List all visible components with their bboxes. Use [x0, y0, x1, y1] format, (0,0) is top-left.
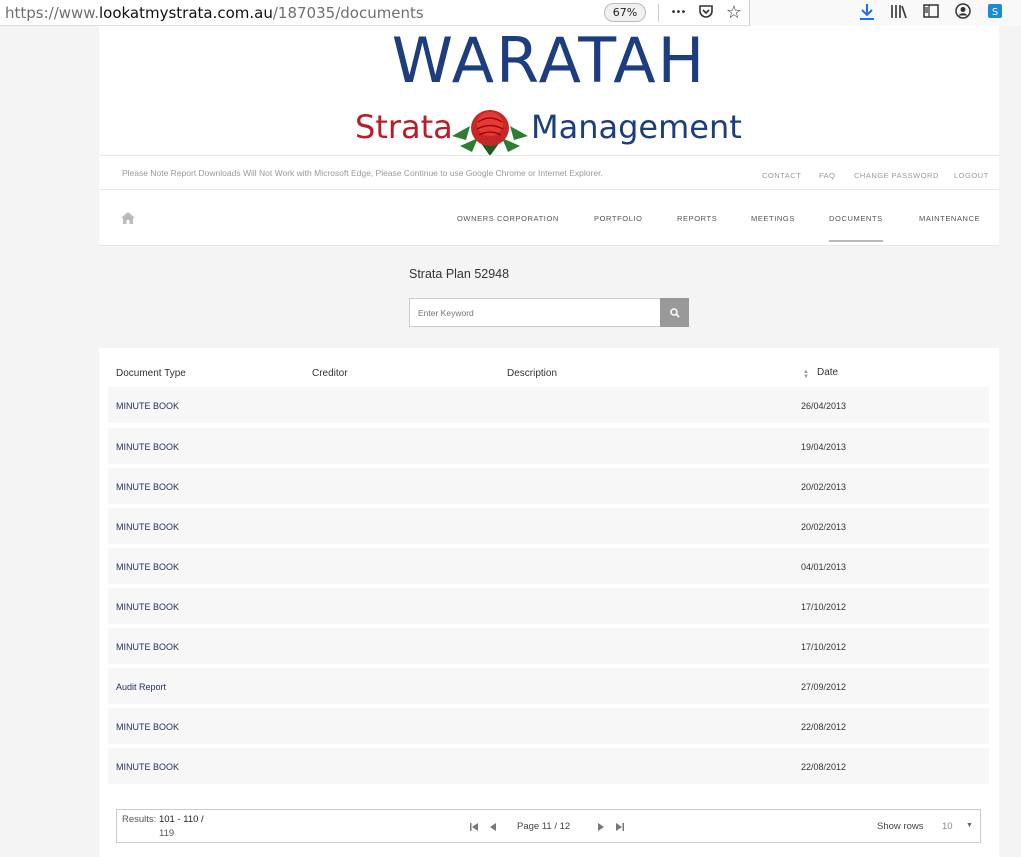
table-row[interactable]: MINUTE BOOK 20/02/2013: [108, 468, 989, 504]
library-icon[interactable]: [889, 3, 909, 23]
rows-per-page-select[interactable]: 10: [942, 821, 953, 832]
document-type-link[interactable]: MINUTE BOOK: [116, 401, 179, 411]
document-type-link[interactable]: MINUTE BOOK: [116, 522, 179, 532]
waratah-flower-icon: [452, 110, 528, 156]
contact-link[interactable]: CONTACT: [762, 171, 801, 180]
toplinks-divider: [99, 189, 999, 190]
col-header-creditor[interactable]: Creditor: [312, 368, 348, 379]
account-icon[interactable]: [953, 3, 973, 23]
table-row[interactable]: MINUTE BOOK 20/02/2013: [108, 508, 989, 544]
document-type-link[interactable]: MINUTE BOOK: [116, 442, 179, 452]
table-row[interactable]: MINUTE BOOK 26/04/2013: [108, 387, 989, 423]
table-row[interactable]: MINUTE BOOK 17/10/2012: [108, 588, 989, 624]
extension-icon[interactable]: S: [985, 3, 1005, 23]
table-row[interactable]: Audit Report 27/09/2012: [108, 668, 989, 704]
nav-meetings[interactable]: MEETINGS: [751, 214, 795, 223]
pocket-icon[interactable]: [696, 3, 716, 23]
document-date: 27/09/2012: [801, 682, 847, 692]
page-margin: [0, 26, 99, 857]
nav-portfolio[interactable]: PORTFOLIO: [594, 214, 643, 223]
document-type-link[interactable]: MINUTE BOOK: [116, 562, 179, 572]
table-row[interactable]: MINUTE BOOK 22/08/2012: [108, 748, 989, 784]
document-type-link[interactable]: Audit Report: [116, 682, 166, 692]
col-header-description[interactable]: Description: [507, 368, 557, 379]
nav-owners-corporation[interactable]: OWNERS CORPORATION: [457, 214, 559, 223]
home-icon[interactable]: [121, 212, 135, 224]
keyword-search-input[interactable]: [409, 298, 661, 327]
table-row[interactable]: MINUTE BOOK 17/10/2012: [108, 628, 989, 664]
logo-strata-text: Strata: [355, 108, 453, 146]
logo-wordmark: WARATAH: [391, 24, 707, 97]
waratah-logo[interactable]: WARATAH Strata Management: [355, 30, 743, 156]
change-password-link[interactable]: CHANGE PASSWORD: [854, 171, 939, 180]
document-date: 17/10/2012: [801, 602, 847, 612]
previous-page-icon[interactable]: [488, 822, 498, 832]
nav-documents[interactable]: DOCUMENTS: [829, 214, 883, 223]
table-row[interactable]: MINUTE BOOK 04/01/2013: [108, 548, 989, 584]
document-date: 04/01/2013: [801, 562, 847, 572]
document-date: 26/04/2013: [801, 401, 847, 411]
document-type-link[interactable]: MINUTE BOOK: [116, 642, 179, 652]
show-rows-label: Show rows: [877, 821, 924, 832]
search-icon: [669, 307, 680, 318]
search-panel: Strata Plan 52948: [99, 246, 999, 348]
document-date: 20/02/2013: [801, 482, 847, 492]
document-date: 22/08/2012: [801, 722, 847, 732]
col-header-date[interactable]: Date: [817, 367, 838, 378]
url-text[interactable]: https://www.lookatmystrata.com.au/187035…: [5, 4, 424, 22]
nav-active-indicator: [829, 240, 883, 242]
document-type-link[interactable]: MINUTE BOOK: [116, 482, 179, 492]
document-type-link[interactable]: MINUTE BOOK: [116, 722, 179, 732]
faq-link[interactable]: FAQ: [819, 171, 836, 180]
last-page-icon[interactable]: [615, 822, 625, 832]
nav-reports[interactable]: REPORTS: [677, 214, 717, 223]
svg-text:S: S: [992, 7, 998, 18]
document-date: 19/04/2013: [801, 442, 847, 452]
table-row[interactable]: MINUTE BOOK 19/04/2013: [108, 428, 989, 464]
header-divider: [99, 155, 999, 156]
pagination-bar: Results: 101 - 110 / 119 Page 11 / 12 Sh…: [116, 809, 981, 843]
address-bar-separator: [658, 4, 659, 22]
download-icon[interactable]: [857, 3, 877, 23]
first-page-icon[interactable]: [469, 822, 479, 832]
strata-plan-title: Strata Plan 52948: [409, 267, 510, 281]
logout-link[interactable]: LOGOUT: [954, 171, 989, 180]
sort-icon[interactable]: ▲ ▼: [803, 369, 809, 380]
document-date: 17/10/2012: [801, 642, 847, 652]
page-container: WARATAH Strata Management Please Note Re…: [99, 26, 999, 857]
page-actions-icon[interactable]: •••: [668, 3, 688, 23]
bookmark-star-icon[interactable]: ☆: [724, 3, 744, 23]
col-header-document-type[interactable]: Document Type: [116, 368, 186, 379]
logo-management-text: Management: [531, 108, 742, 146]
chevron-down-icon[interactable]: ▼: [966, 822, 973, 829]
browser-toolbar: https://www.lookatmystrata.com.au/187035…: [0, 0, 1021, 26]
document-type-link[interactable]: MINUTE BOOK: [116, 762, 179, 772]
search-button[interactable]: [660, 298, 689, 327]
document-date: 22/08/2012: [801, 762, 847, 772]
document-type-link[interactable]: MINUTE BOOK: [116, 602, 179, 612]
address-bar[interactable]: https://www.lookatmystrata.com.au/187035…: [0, 0, 750, 26]
table-row[interactable]: MINUTE BOOK 22/08/2012: [108, 708, 989, 744]
page-indicator: Page 11 / 12: [517, 821, 571, 832]
results-summary: Results: 101 - 110 / 119: [122, 814, 204, 839]
next-page-icon[interactable]: [596, 822, 606, 832]
nav-maintenance[interactable]: MAINTENANCE: [919, 214, 980, 223]
browser-notice: Please Note Report Downloads Will Not Wo…: [122, 168, 603, 178]
zoom-level-badge[interactable]: 67%: [604, 3, 646, 22]
document-date: 20/02/2013: [801, 522, 847, 532]
sidebar-icon[interactable]: [921, 3, 941, 23]
